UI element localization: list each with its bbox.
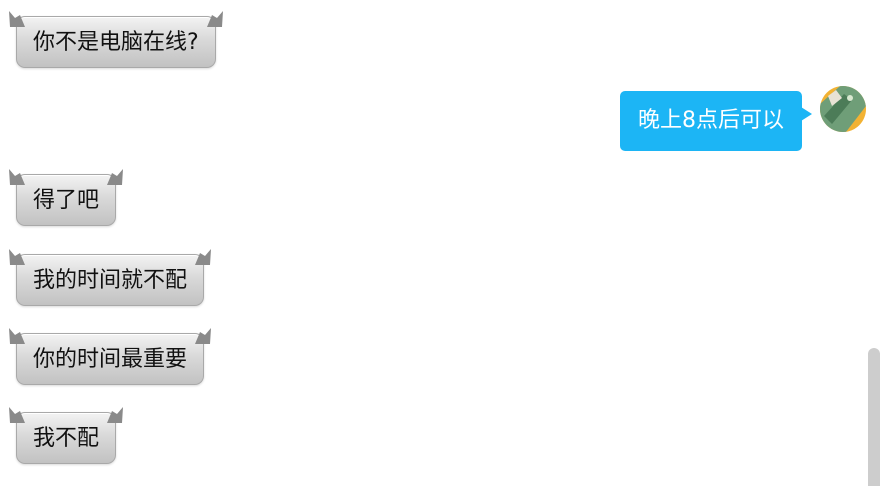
incoming-message-bubble[interactable]: 你的时间最重要 xyxy=(9,328,212,385)
bubble-ear-decoration-icon xyxy=(9,407,25,423)
message-text: 你的时间最重要 xyxy=(33,347,188,372)
outgoing-message-bubble[interactable]: 晚上8点后可以 xyxy=(620,91,812,151)
message-text: 得了吧 xyxy=(33,188,100,213)
bubble-tail xyxy=(801,107,812,121)
bubble-ear-decoration-icon xyxy=(195,328,212,344)
avatar-image-icon xyxy=(820,86,866,132)
message-text: 我的时间就不配 xyxy=(33,268,188,293)
bubble-ear-decoration-icon xyxy=(9,169,25,185)
scrollbar-thumb[interactable] xyxy=(868,348,880,486)
bubble-ear-decoration-icon xyxy=(9,249,25,265)
bubble-ear-decoration-icon xyxy=(107,169,124,185)
message-text: 晚上8点后可以 xyxy=(638,108,784,133)
incoming-message-bubble[interactable]: 得了吧 xyxy=(9,169,124,226)
bubble-ear-decoration-icon xyxy=(9,11,25,27)
incoming-message-bubble[interactable]: 我的时间就不配 xyxy=(9,249,212,306)
bubble-ear-decoration-icon xyxy=(9,328,25,344)
message-text: 我不配 xyxy=(33,426,100,451)
message-text: 你不是电脑在线? xyxy=(33,30,199,55)
bubble-ear-decoration-icon xyxy=(206,11,223,27)
avatar[interactable] xyxy=(820,86,866,132)
incoming-message-bubble[interactable]: 你不是电脑在线? xyxy=(9,11,223,68)
chat-area[interactable]: 你不是电脑在线? 晚上8点后可以 得了吧 我的时间就不配 你的时间最重要 我不配 xyxy=(0,0,880,486)
incoming-message-bubble[interactable]: 我不配 xyxy=(9,407,124,464)
bubble-ear-decoration-icon xyxy=(195,249,212,265)
bubble-ear-decoration-icon xyxy=(107,407,124,423)
